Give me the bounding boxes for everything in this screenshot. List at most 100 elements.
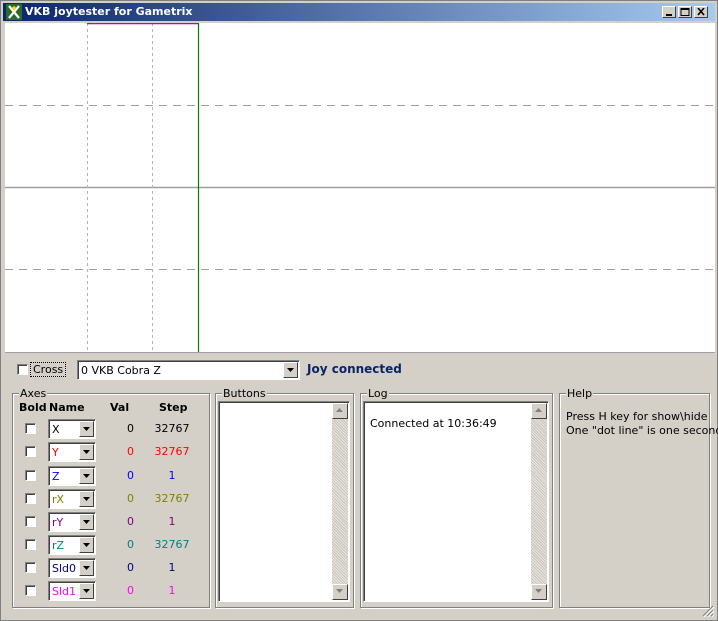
axis-row-x: X 0 32767	[1, 418, 206, 440]
axis-name-select[interactable]: Sld0	[48, 558, 96, 578]
buttons-scroll-down[interactable]	[332, 584, 348, 600]
axis-name-value: Z	[52, 470, 60, 483]
axis-bold-checkbox[interactable]	[25, 446, 36, 457]
axis-bold-checkbox[interactable]	[25, 423, 36, 434]
arrow-up-icon	[336, 408, 343, 412]
buttons-scrollbar[interactable]	[332, 403, 348, 600]
val-header: Val	[110, 401, 130, 414]
plot-canvas	[5, 23, 715, 352]
step-header: Step	[159, 401, 188, 414]
axis-step: 1	[168, 561, 176, 574]
chevron-down-icon	[83, 497, 90, 501]
axis-row-sld0: Sld0 0 1	[1, 557, 206, 579]
axis-value: 0	[127, 515, 134, 528]
axis-name-select[interactable]: rZ	[48, 535, 96, 555]
maximize-button[interactable]	[678, 6, 692, 18]
axis-step: 32767	[154, 492, 190, 505]
close-icon	[697, 8, 705, 16]
axis-bold-checkbox[interactable]	[25, 470, 36, 481]
help-line: One "dot line" is one second	[566, 424, 718, 437]
resize-grip-icon[interactable]	[702, 605, 714, 617]
axis-name-value: rZ	[52, 539, 65, 552]
axis-step: 1	[168, 469, 176, 482]
window-title: VKB joytester for Gametrix	[25, 5, 193, 18]
minimize-icon	[666, 14, 672, 16]
axis-bold-checkbox[interactable]	[25, 562, 36, 573]
cross-label[interactable]: Cross	[30, 362, 67, 377]
axis-name-dropdown-button[interactable]	[79, 468, 94, 484]
help-text: Press H key for show\hide One "dot line"…	[566, 410, 718, 438]
gametrix-x-icon	[6, 4, 22, 20]
axis-bold-checkbox[interactable]	[25, 493, 36, 504]
arrow-down-icon	[336, 589, 343, 593]
maximize-icon	[680, 8, 690, 16]
axis-name-select[interactable]: rY	[48, 512, 96, 532]
minimize-button[interactable]	[662, 6, 676, 18]
axis-plot-area	[5, 23, 715, 353]
axis-row-sld1: Sld1 0 1	[1, 580, 206, 602]
axis-value: 0	[127, 445, 134, 458]
axis-name-dropdown-button[interactable]	[79, 421, 94, 437]
cross-checkbox[interactable]	[17, 364, 28, 375]
help-line: Press H key for show\hide	[566, 410, 708, 423]
chevron-down-icon	[83, 427, 90, 431]
axis-name-select[interactable]: Z	[48, 466, 96, 486]
log-scroll-up[interactable]	[531, 403, 547, 419]
chevron-down-icon	[287, 368, 294, 372]
buttons-legend: Buttons	[222, 387, 267, 400]
axis-step: 32767	[154, 538, 190, 551]
chevron-down-icon	[83, 566, 90, 570]
help-group: Help Press H key for show\hide One "dot …	[559, 387, 718, 608]
axis-name-dropdown-button[interactable]	[79, 583, 94, 599]
log-list[interactable]: Connected at 10:36:49	[363, 401, 549, 602]
log-entry: Connected at 10:36:49	[370, 417, 497, 430]
chevron-down-icon	[83, 589, 90, 593]
axis-name-dropdown-button[interactable]	[79, 514, 94, 530]
chevron-down-icon	[83, 474, 90, 478]
axes-legend: Axes	[19, 387, 48, 400]
device-select-dropdown-button[interactable]	[283, 362, 298, 378]
axis-name-value: X	[52, 423, 60, 436]
axis-name-select[interactable]: Y	[48, 442, 96, 462]
help-legend: Help	[566, 387, 594, 400]
buttons-scroll-up[interactable]	[332, 403, 348, 419]
app-window: VKB joytester for Gametrix Cross 0 VKB C…	[0, 0, 718, 621]
axis-bold-checkbox[interactable]	[25, 516, 36, 527]
controls-panel: Cross 0 VKB Cobra Z Joy connected Axes B…	[1, 353, 718, 620]
axis-row-rz: rZ 0 32767	[1, 534, 206, 556]
axis-value: 0	[127, 538, 134, 551]
axis-name-value: Sld0	[52, 562, 77, 575]
axis-name-dropdown-button[interactable]	[79, 491, 94, 507]
axis-row-z: Z 0 1	[1, 465, 206, 487]
log-scrollbar[interactable]	[531, 403, 547, 600]
buttons-list[interactable]	[218, 401, 350, 602]
arrow-down-icon	[535, 589, 542, 593]
axis-bold-checkbox[interactable]	[25, 539, 36, 550]
axis-value: 0	[127, 422, 134, 435]
axis-name-dropdown-button[interactable]	[79, 444, 94, 460]
axis-step: 32767	[154, 445, 190, 458]
axis-step: 1	[168, 584, 176, 597]
axis-name-select[interactable]: rX	[48, 489, 96, 509]
device-select[interactable]: 0 VKB Cobra Z	[77, 360, 300, 380]
axis-row-rx: rX 0 32767	[1, 488, 206, 510]
chevron-down-icon	[83, 543, 90, 547]
connection-status: Joy connected	[307, 362, 402, 376]
axis-value: 0	[127, 584, 134, 597]
axis-step: 1	[168, 515, 176, 528]
log-scroll-down[interactable]	[531, 584, 547, 600]
axis-name-dropdown-button[interactable]	[79, 560, 94, 576]
axis-name-dropdown-button[interactable]	[79, 537, 94, 553]
chevron-down-icon	[83, 520, 90, 524]
axis-name-select[interactable]: X	[48, 419, 96, 439]
axis-row-y: Y 0 32767	[1, 441, 206, 463]
device-select-value: 0 VKB Cobra Z	[81, 364, 161, 377]
axis-bold-checkbox[interactable]	[25, 585, 36, 596]
title-bar[interactable]: VKB joytester for Gametrix	[3, 3, 715, 21]
axis-step: 32767	[154, 422, 190, 435]
close-button[interactable]	[694, 6, 708, 18]
axis-name-value: Y	[52, 446, 59, 459]
axis-value: 0	[127, 469, 134, 482]
axis-name-value: rX	[52, 493, 65, 506]
axis-name-select[interactable]: Sld1	[48, 581, 96, 601]
